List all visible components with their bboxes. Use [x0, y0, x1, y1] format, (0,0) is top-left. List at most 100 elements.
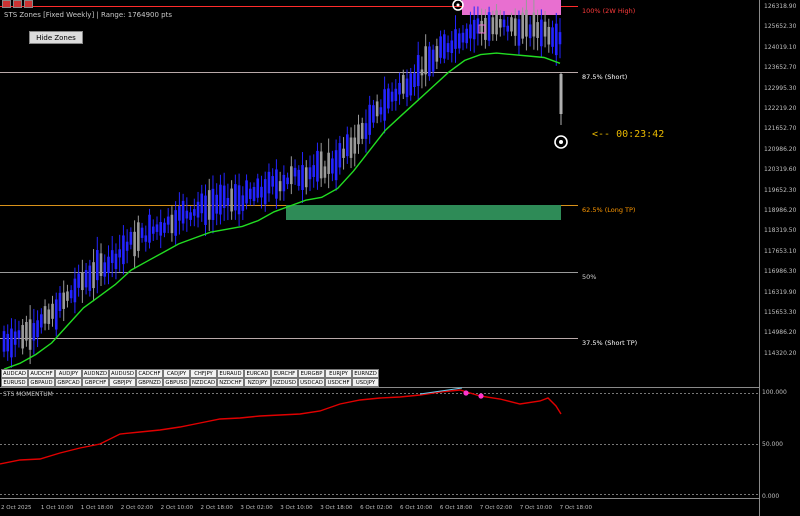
symbol-button-nzdcad[interactable]: NZDCAD — [190, 378, 217, 387]
symbol-button-audcad[interactable]: AUDCAD — [1, 369, 28, 378]
candle-body — [558, 32, 562, 45]
symbol-button-usdchf[interactable]: USDCHF — [325, 378, 352, 387]
symbol-button-cadjpy[interactable]: CADJPY — [163, 369, 190, 378]
zone-box-long-tp — [286, 205, 561, 220]
candle-body — [36, 320, 39, 338]
symbol-button-nzdjpy[interactable]: NZDJPY — [244, 378, 271, 387]
candle-body — [181, 200, 185, 224]
symbol-button-gbpaud[interactable]: GBPAUD — [28, 378, 55, 387]
symbol-button-audusd[interactable]: AUDUSD — [109, 369, 136, 378]
candle-body — [28, 319, 32, 350]
candle-body — [286, 177, 289, 185]
price-tick-label: 114986.20 — [764, 329, 797, 337]
hide-zones-button[interactable]: Hide Zones — [29, 31, 83, 44]
symbol-button-nzdchf[interactable]: NZDCHF — [217, 378, 244, 387]
symbol-button-gbpnzd[interactable]: GBPNZD — [136, 378, 163, 387]
price-tick-label: 121652.70 — [764, 125, 797, 133]
candle-body — [525, 9, 528, 37]
candle-body — [230, 188, 233, 212]
candle-body — [469, 24, 472, 39]
square-red-icon[interactable] — [13, 0, 22, 8]
price-tick-label: 118986.20 — [764, 207, 797, 214]
symbol-button-eurusd[interactable]: EURUSD — [1, 378, 28, 387]
candle-body — [151, 226, 155, 234]
candle-body — [346, 134, 349, 157]
candle-body — [148, 214, 151, 243]
zone-label-50: 50% — [582, 273, 597, 281]
symbol-button-audjpy[interactable]: AUDJPY — [55, 369, 82, 378]
symbol-button-eurchf[interactable]: EURCHF — [271, 369, 298, 378]
symbol-button-cadchf[interactable]: CADCHF — [136, 369, 163, 378]
candle-body — [237, 185, 241, 215]
symbol-button-gbpcad[interactable]: GBPCAD — [55, 378, 82, 387]
time-tick-label: 2 Oct 02:00 — [120, 505, 154, 511]
square-red-icon[interactable] — [2, 0, 11, 8]
candle-body — [95, 250, 99, 281]
candle-body — [196, 201, 200, 218]
candle-body — [513, 18, 517, 36]
candle-body — [446, 43, 450, 53]
candle-body — [375, 101, 379, 117]
candle-body — [439, 36, 442, 58]
candle-body — [297, 169, 301, 186]
symbol-button-euraud[interactable]: EURAUD — [217, 369, 244, 378]
target-marker-dot — [456, 3, 460, 7]
symbol-button-audnzd[interactable]: AUDNZD — [82, 369, 109, 378]
symbol-button-eurnzd[interactable]: EURNZD — [352, 369, 379, 378]
candle-body — [163, 222, 166, 233]
candle-body — [323, 166, 327, 178]
candle-body — [304, 167, 308, 188]
symbol-button-grid: AUDCAD AUDCHF AUDJPY AUDNZD AUDUSD CADCHF CADJ… — [1, 369, 379, 387]
bar-countdown: <-- 00:23:42 — [592, 129, 665, 140]
candle-body — [140, 227, 144, 238]
symbol-button-usdjpy[interactable]: USDJPY — [352, 378, 379, 387]
candle-body — [536, 22, 539, 38]
candle-body — [207, 190, 211, 220]
candle-body — [211, 188, 215, 221]
candle-body — [185, 210, 189, 219]
candle-body — [353, 137, 357, 154]
square-red-icon[interactable] — [24, 0, 33, 8]
symbol-button-eurgbp[interactable]: EURGBP — [298, 369, 325, 378]
candle-body — [424, 46, 427, 75]
zone-label-high: 100% (2W High) — [582, 7, 636, 15]
symbol-button-gbpjpy[interactable]: GBPJPY — [109, 378, 136, 387]
candle-body — [405, 78, 409, 98]
candle-body — [51, 303, 54, 319]
time-tick-label: 7 Oct 02:00 — [479, 505, 513, 511]
symbol-button-audchf[interactable]: AUDCHF — [28, 369, 55, 378]
candle-body — [43, 306, 47, 324]
candle-body — [543, 21, 547, 37]
candle-body — [506, 25, 510, 32]
candle-body — [540, 19, 543, 47]
symbol-button-eurjpy[interactable]: EURJPY — [325, 369, 352, 378]
indicator-header: STS Zones [Fixed Weekly] | Range: 176490… — [4, 11, 172, 19]
candle-body — [372, 105, 375, 123]
candle-body — [547, 26, 551, 45]
symbol-button-chfjpy[interactable]: CHFJPY — [190, 369, 217, 378]
momentum-dot — [478, 393, 484, 399]
candle-body — [559, 74, 563, 114]
candle-body — [387, 88, 390, 109]
time-tick-label: 7 Oct 10:00 — [519, 505, 553, 511]
candle-body — [390, 91, 394, 102]
symbol-button-usdcad[interactable]: USDCAD — [298, 378, 325, 387]
candle-body — [398, 82, 401, 95]
price-tick-label: 117653.10 — [764, 247, 797, 255]
price-tick-label: 126318.90 — [764, 3, 797, 10]
candle-body — [334, 150, 338, 181]
symbol-button-gbpusd[interactable]: GBPUSD — [163, 378, 190, 387]
symbol-button-nzdusd[interactable]: NZDUSD — [271, 378, 298, 387]
time-tick-label: 2 Oct 10:00 — [160, 505, 193, 511]
candle-body — [2, 331, 6, 352]
time-tick-label: 2 Oct 18:00 — [200, 505, 233, 511]
time-tick-label: 1 Oct 10:00 — [40, 505, 74, 511]
candle-body — [69, 290, 73, 299]
candle-body — [401, 74, 405, 94]
symbol-button-eurcad[interactable]: EURCAD — [244, 369, 271, 378]
price-tick-label: 120319.60 — [764, 166, 797, 174]
candle-body — [316, 150, 319, 182]
candle-body — [58, 292, 62, 312]
symbol-button-gbpchf[interactable]: GBPCHF — [82, 378, 109, 387]
candle-body — [450, 40, 454, 54]
